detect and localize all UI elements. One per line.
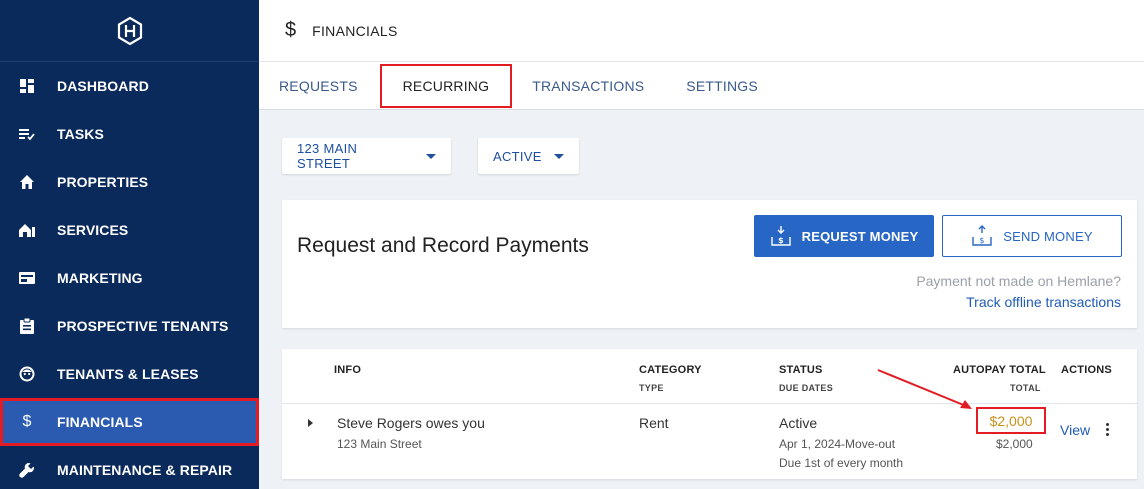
row-total: $2,000 bbox=[996, 437, 1033, 451]
row-category: Rent bbox=[639, 415, 669, 431]
clipboard-icon bbox=[18, 317, 36, 335]
sidebar-item-label: TENANTS & LEASES bbox=[57, 366, 199, 382]
tab-requests[interactable]: REQUESTS bbox=[259, 62, 378, 110]
tab-settings[interactable]: SETTINGS bbox=[664, 62, 778, 110]
dollar-icon: $ bbox=[22, 413, 32, 430]
sidebar-item-label: FINANCIALS bbox=[57, 414, 143, 430]
sidebar-item-tenants-leases[interactable]: TENANTS & LEASES bbox=[0, 350, 259, 398]
request-money-label: REQUEST MONEY bbox=[801, 228, 919, 244]
recurring-table: INFO CATEGORY TYPE STATUS DUE DATES AUTO… bbox=[282, 349, 1137, 479]
svg-text:$: $ bbox=[980, 236, 985, 245]
sidebar-nav: DASHBOARD TASKS PROPERTIES SERVICES MARK… bbox=[0, 62, 259, 489]
track-offline-link[interactable]: Track offline transactions bbox=[966, 294, 1121, 310]
expand-row-icon[interactable] bbox=[308, 419, 313, 427]
logo[interactable] bbox=[0, 0, 259, 62]
property-filter-dropdown[interactable]: 123 MAIN STREET bbox=[282, 138, 451, 174]
sidebar-item-label: MAINTENANCE & REPAIR bbox=[57, 462, 233, 478]
annotation-arrow-icon bbox=[877, 369, 972, 409]
marketing-icon bbox=[18, 269, 36, 287]
property-filter-label: 123 MAIN STREET bbox=[297, 141, 358, 171]
status-filter-dropdown[interactable]: ACTIVE bbox=[478, 138, 579, 174]
sidebar-item-label: DASHBOARD bbox=[57, 78, 149, 94]
more-options-icon[interactable] bbox=[1106, 423, 1110, 439]
sidebar-item-label: MARKETING bbox=[57, 270, 143, 286]
status-filter-label: ACTIVE bbox=[493, 148, 542, 164]
col-header-actions: ACTIONS bbox=[1061, 364, 1112, 376]
sidebar-item-label: SERVICES bbox=[57, 222, 129, 238]
col-subheader-type: TYPE bbox=[639, 383, 664, 393]
sidebar-item-prospective-tenants[interactable]: PROSPECTIVE TENANTS bbox=[0, 302, 259, 350]
col-header-category: CATEGORY bbox=[639, 364, 702, 376]
row-address: 123 Main Street bbox=[337, 437, 422, 451]
home-icon bbox=[18, 173, 36, 191]
row-status: Active bbox=[779, 415, 818, 431]
wrench-icon bbox=[18, 461, 36, 479]
sidebar-item-financials[interactable]: $ FINANCIALS bbox=[0, 398, 259, 446]
caret-down-icon bbox=[553, 153, 564, 159]
request-money-icon: $ bbox=[770, 226, 791, 246]
caret-down-icon bbox=[426, 153, 436, 159]
dashboard-icon bbox=[18, 77, 36, 95]
sidebar-item-label: TASKS bbox=[57, 126, 104, 142]
dollar-icon: $ bbox=[285, 19, 297, 41]
offline-note: Payment not made on Hemlane? bbox=[916, 273, 1121, 289]
hemlane-logo-icon bbox=[117, 16, 142, 45]
tab-transactions[interactable]: TRANSACTIONS bbox=[514, 62, 664, 110]
svg-text:$: $ bbox=[778, 236, 784, 245]
tab-bar: REQUESTS RECURRING TRANSACTIONS SETTINGS bbox=[259, 62, 1144, 110]
sidebar-item-dashboard[interactable]: DASHBOARD bbox=[0, 62, 259, 110]
payments-card: Request and Record Payments $ REQUEST MO… bbox=[282, 200, 1137, 328]
sidebar-item-maintenance-repair[interactable]: MAINTENANCE & REPAIR bbox=[0, 446, 259, 489]
send-money-label: SEND MONEY bbox=[1003, 228, 1093, 244]
col-subheader-total: TOTAL bbox=[1010, 383, 1041, 393]
row-due-rule: Due 1st of every month bbox=[779, 456, 904, 470]
header-divider bbox=[282, 403, 1137, 404]
view-link[interactable]: View bbox=[1060, 422, 1090, 438]
services-icon bbox=[18, 221, 36, 239]
face-icon bbox=[18, 365, 36, 383]
sidebar-item-marketing[interactable]: MARKETING bbox=[0, 254, 259, 302]
sidebar-item-label: PROPERTIES bbox=[57, 174, 149, 190]
payments-title: Request and Record Payments bbox=[297, 234, 589, 257]
tasks-icon bbox=[18, 125, 36, 143]
send-money-button[interactable]: $ SEND MONEY bbox=[942, 215, 1122, 257]
send-money-icon: $ bbox=[972, 225, 992, 246]
sidebar-item-properties[interactable]: PROPERTIES bbox=[0, 158, 259, 206]
col-header-status: STATUS bbox=[779, 364, 823, 376]
autopay-total-amount: $2,000 bbox=[976, 407, 1046, 434]
row-info: Steve Rogers owes you bbox=[337, 415, 485, 431]
page-title: FINANCIALS bbox=[312, 22, 398, 39]
col-subheader-due-dates: DUE DATES bbox=[779, 383, 834, 393]
sidebar-item-label: PROSPECTIVE TENANTS bbox=[57, 318, 229, 334]
page-header: $ FINANCIALS bbox=[259, 0, 1144, 62]
row-due-range: Apr 1, 2024-Move-out bbox=[779, 437, 896, 451]
tab-recurring[interactable]: RECURRING bbox=[378, 62, 515, 110]
col-header-info: INFO bbox=[334, 364, 362, 376]
sidebar-item-tasks[interactable]: TASKS bbox=[0, 110, 259, 158]
sidebar-item-services[interactable]: SERVICES bbox=[0, 206, 259, 254]
request-money-button[interactable]: $ REQUEST MONEY bbox=[754, 215, 934, 257]
sidebar: DASHBOARD TASKS PROPERTIES SERVICES MARK… bbox=[0, 0, 259, 489]
